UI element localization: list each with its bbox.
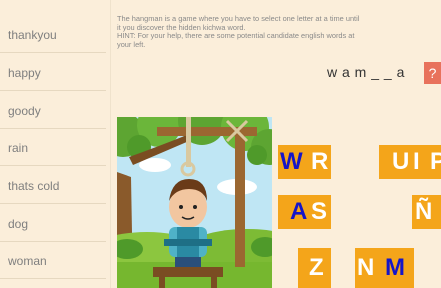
letter-p: P xyxy=(430,148,441,175)
letter-tile-p[interactable]: P xyxy=(430,145,441,179)
letter-r: R xyxy=(311,148,329,175)
letter-w: W xyxy=(280,148,303,175)
letter-tile-u[interactable]: U xyxy=(379,145,412,179)
letter-tile-w[interactable]: W xyxy=(278,145,311,179)
letter-z: Z xyxy=(309,254,324,281)
letter-i: I xyxy=(413,148,420,175)
letter-tile-s[interactable]: S xyxy=(311,195,331,229)
letter-a: A xyxy=(290,198,308,225)
sidebar-divider xyxy=(110,0,111,288)
instructions-hint: HINT: For your help, there are some pote… xyxy=(117,31,355,41)
letter-tile-r[interactable]: R xyxy=(311,145,331,179)
game-instructions: The hangman is a game where you have to … xyxy=(117,14,441,49)
letter-m: M xyxy=(385,254,405,281)
candidate-word-thankyou[interactable]: thankyou xyxy=(0,17,106,53)
instructions-hint: your left. xyxy=(117,39,146,49)
letter-u: U xyxy=(392,148,410,175)
letter-n: N xyxy=(357,254,375,281)
candidate-word-woman[interactable]: woman xyxy=(0,243,106,279)
letter-tile-a[interactable]: A xyxy=(278,195,311,229)
letter-enye: Ñ xyxy=(415,198,433,225)
candidate-word-dog[interactable]: dog xyxy=(0,206,106,242)
letter-s: S xyxy=(311,198,328,225)
candidate-words-list: thankyou happy goody rain thats cold dog… xyxy=(0,0,110,288)
letter-tile-enye[interactable]: Ñ xyxy=(412,195,441,229)
candidate-word-rain[interactable]: rain xyxy=(0,130,106,166)
candidate-word-happy[interactable]: happy xyxy=(0,55,106,91)
hidden-word-display: w a m _ _ a xyxy=(327,64,405,80)
letter-tile-m[interactable]: M xyxy=(383,251,414,288)
candidate-word-thats-cold[interactable]: thats cold xyxy=(0,168,106,204)
hint-button[interactable]: ? xyxy=(424,62,441,84)
letter-tile-z[interactable]: Z xyxy=(298,248,331,288)
hangman-illustration xyxy=(117,117,272,288)
candidate-word-goody[interactable]: goody xyxy=(0,93,106,129)
